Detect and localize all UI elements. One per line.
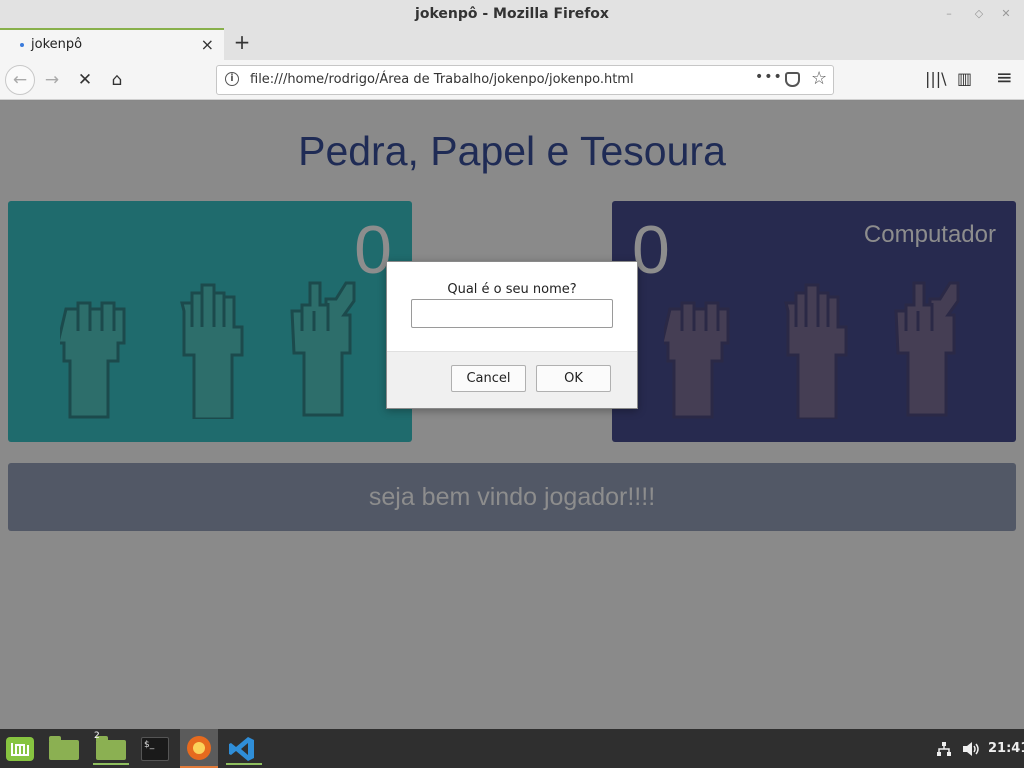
forward-button[interactable]: →: [38, 66, 66, 94]
stop-button[interactable]: ✕: [71, 66, 99, 94]
scissors-hand-button[interactable]: [288, 281, 360, 419]
paper-hand-button[interactable]: [174, 281, 246, 421]
window-title: jokenpô - Mozilla Firefox: [415, 6, 609, 22]
home-button[interactable]: ⌂: [103, 66, 131, 94]
clock[interactable]: 21:41: [988, 741, 1024, 756]
taskbar-firefox-button[interactable]: [180, 729, 218, 768]
window-titlebar: jokenpô - Mozilla Firefox – ◇ ✕: [0, 0, 1024, 30]
loading-dot-icon: [20, 43, 24, 47]
folder-icon: [96, 736, 126, 760]
vscode-icon: [229, 737, 254, 761]
page-title: Pedra, Papel e Tesoura: [298, 128, 726, 174]
library-button[interactable]: |||\: [925, 69, 947, 88]
site-info-icon[interactable]: i: [225, 72, 239, 86]
taskbar-terminal-button[interactable]: $_: [138, 733, 172, 765]
taskbar-vscode-button[interactable]: [226, 733, 262, 765]
computer-paper-hand-icon: [778, 281, 850, 421]
mint-logo-icon: [6, 737, 34, 761]
taskbar-files-button[interactable]: [46, 733, 82, 765]
restore-button[interactable]: ◇: [970, 5, 988, 23]
volume-icon[interactable]: [962, 741, 980, 757]
dialog-footer: Cancel OK: [387, 351, 637, 408]
close-tab-button[interactable]: ×: [201, 35, 214, 54]
rock-hand-button[interactable]: [56, 281, 132, 419]
computer-label: Computador: [863, 221, 996, 248]
running-indicator: [226, 763, 262, 765]
nav-toolbar: ← → ✕ ⌂ i file:///home/rodrigo/Área de T…: [0, 60, 1024, 100]
status-message: seja bem vindo jogador!!!!: [8, 463, 1016, 531]
dialog-prompt: Qual é o seu nome?: [447, 282, 577, 297]
tab-jokenpo[interactable]: jokenpô ×: [0, 28, 224, 60]
computer-scissors-hand-icon: [892, 281, 964, 419]
new-tab-button[interactable]: +: [230, 30, 254, 54]
tab-label: jokenpô: [31, 37, 83, 52]
computer-rock-hand-icon: [660, 281, 736, 419]
name-input[interactable]: [411, 299, 613, 328]
ok-button[interactable]: OK: [536, 365, 611, 392]
folder-icon: [49, 736, 79, 760]
taskbar: 2 $_ 21:41: [0, 729, 1024, 768]
taskbar-files-group-button[interactable]: 2: [93, 731, 129, 765]
sidebar-button[interactable]: ▥: [957, 69, 972, 88]
page-actions-button[interactable]: •••: [755, 69, 783, 85]
pocket-icon[interactable]: [785, 72, 800, 87]
close-window-button[interactable]: ✕: [997, 5, 1015, 23]
window-count-badge: 2: [94, 731, 100, 741]
running-indicator: [93, 763, 129, 765]
minimize-button[interactable]: –: [940, 5, 958, 23]
url-bar[interactable]: i file:///home/rodrigo/Área de Trabalho/…: [216, 65, 834, 95]
url-text[interactable]: file:///home/rodrigo/Área de Trabalho/jo…: [250, 72, 634, 87]
name-prompt-dialog: Qual é o seu nome? Cancel OK: [386, 261, 638, 409]
menu-button[interactable]: ≡: [996, 65, 1013, 89]
bookmark-star-icon[interactable]: ☆: [811, 68, 827, 89]
tab-bar: jokenpô × +: [0, 28, 1024, 60]
player-panel: 0: [8, 201, 412, 442]
terminal-icon: $_: [141, 737, 169, 761]
computer-panel: 0 Computador: [612, 201, 1016, 442]
firefox-icon: [187, 736, 211, 760]
mint-menu-button[interactable]: [4, 733, 36, 765]
network-icon[interactable]: [936, 741, 952, 757]
back-button[interactable]: ←: [5, 65, 35, 95]
cancel-button[interactable]: Cancel: [451, 365, 526, 392]
page-content: Pedra, Papel e Tesoura 0 0 Computador se…: [0, 101, 1024, 729]
